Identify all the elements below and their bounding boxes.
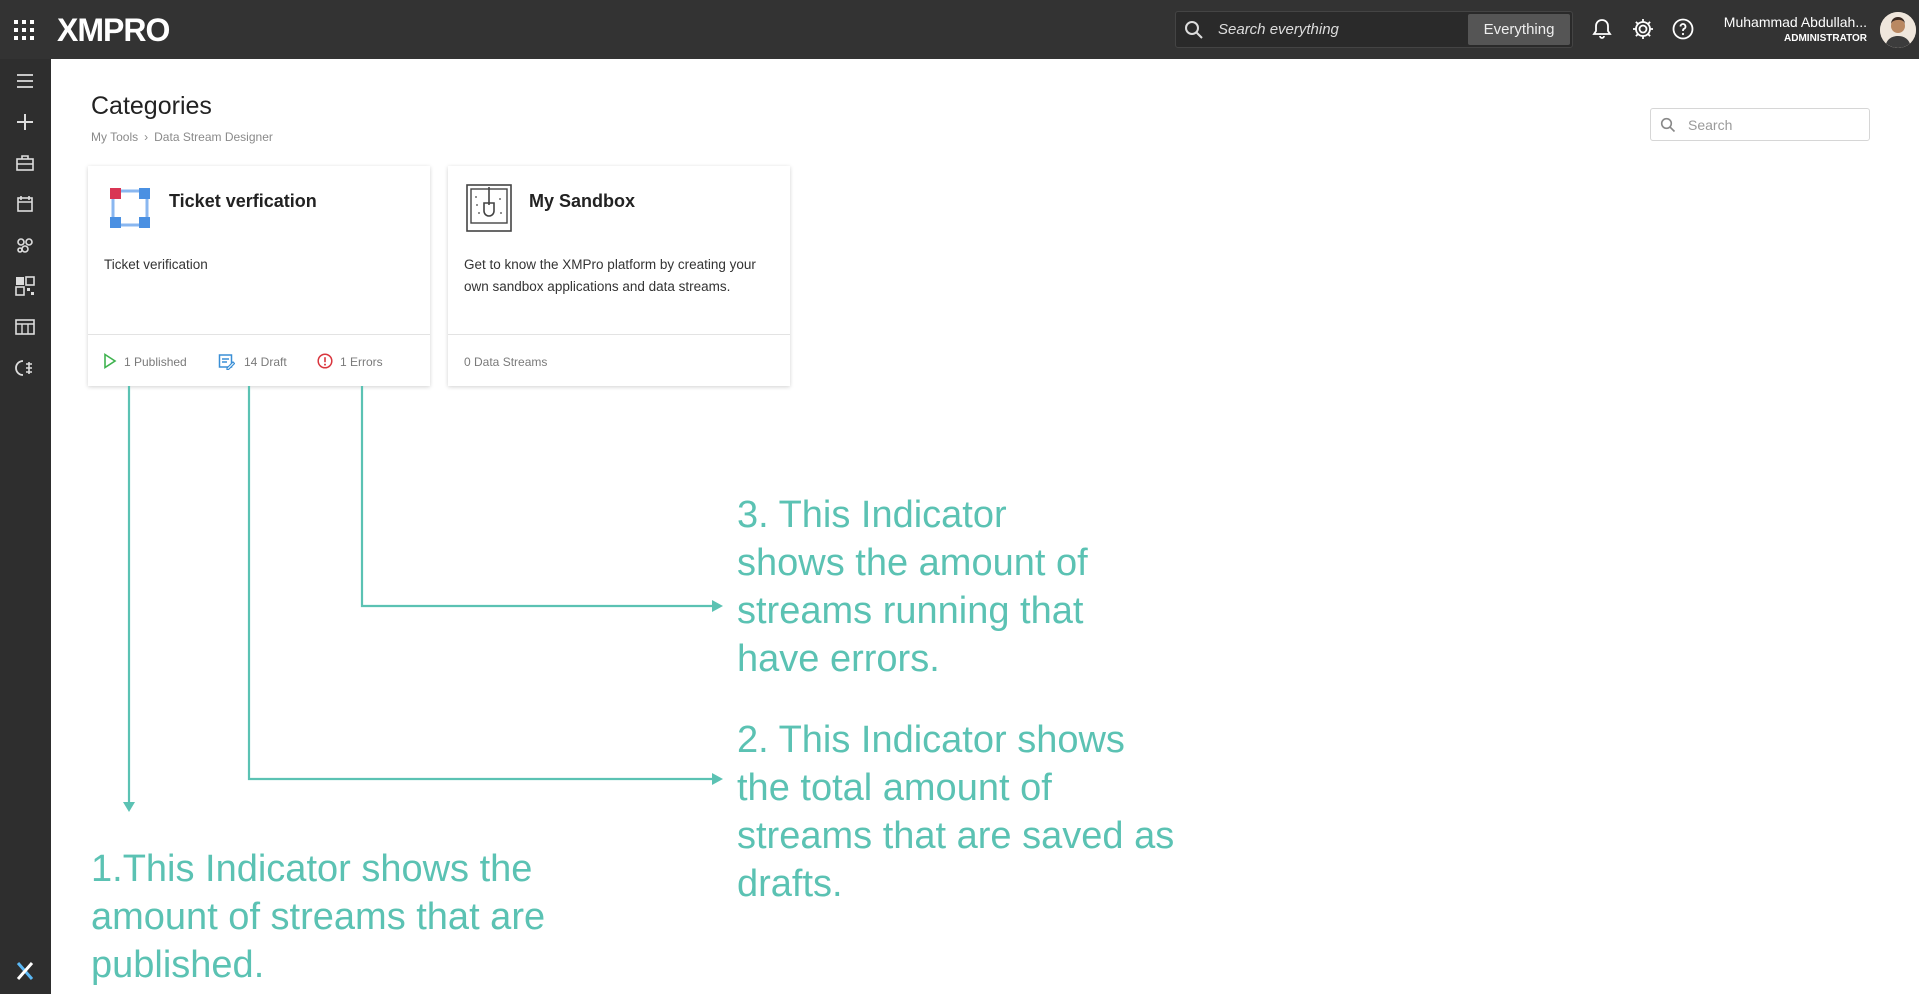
annotation-line: shows the amount of bbox=[737, 542, 1088, 584]
annotation-line: streams that are saved as bbox=[737, 815, 1175, 857]
errors-arrowhead bbox=[712, 600, 723, 612]
annotation-line: have errors. bbox=[737, 638, 940, 680]
annotation-line: 2. This Indicator shows bbox=[737, 719, 1125, 761]
annotation-line: 1.This Indicator shows the bbox=[91, 848, 533, 890]
annotation-line: amount of streams that are bbox=[91, 896, 546, 938]
draft-arrowhead bbox=[712, 773, 723, 785]
annotation-errors: 3. This Indicator shows the amount of st… bbox=[737, 491, 1088, 683]
draft-arrow-line bbox=[247, 386, 712, 781]
published-arrowhead bbox=[123, 802, 135, 812]
annotation-line: streams running that bbox=[737, 590, 1084, 632]
annotation-line: the total amount of bbox=[737, 767, 1052, 809]
annotation-line: drafts. bbox=[737, 863, 843, 905]
annotation-line: published. bbox=[91, 944, 265, 986]
errors-arrow-line bbox=[360, 386, 712, 608]
annotation-line: 3. This Indicator bbox=[737, 494, 1007, 536]
annotation-published: 1.This Indicator shows the amount of str… bbox=[91, 845, 545, 989]
annotation-draft: 2. This Indicator shows the total amount… bbox=[737, 716, 1174, 908]
